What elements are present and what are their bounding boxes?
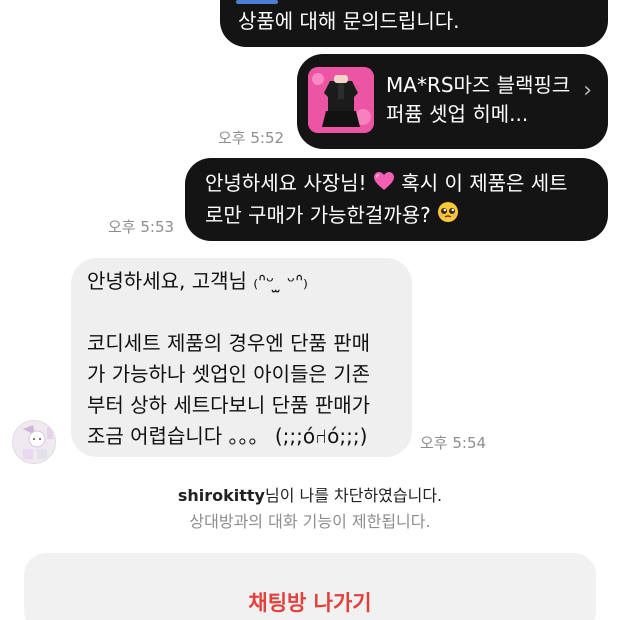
message-line: 코디세트 제품의 경우엔 단품 판매 [87,331,371,355]
chevron-right-icon[interactable]: › [583,75,592,106]
reply-indicator [236,0,278,4]
avatar-image [13,421,55,463]
chat-screen: 상품에 대해 문의드립니다. MA*RS마즈 블랙핑크 퍼퓸 셋업 히메... … [0,0,620,620]
message-text: 로만 구매가 가능한걸까용? [205,203,431,227]
message-line: 안녕하세요, 고객님 ₍ᐢᵕ ̫ ᵕᐢ₎ [87,269,308,293]
message-line: 조금 어렵습니다 。。。 (;;;ό⑁ó;;;) [87,424,368,448]
avatar[interactable] [12,420,56,464]
message-timestamp: 오후 5:54 [420,434,487,452]
message-bubble-outgoing[interactable]: 안녕하세요 사장님! 혹시 이 제품은 세트 로만 구매가 가능한걸까용? [185,158,608,241]
blocked-notice-text: 님이 나를 차단하였습니다. [264,486,443,505]
message-text: 상품에 대해 문의드립니다. [238,9,460,33]
message-gap [87,297,400,328]
message-timestamp: 오후 5:52 [218,129,285,147]
product-card-message[interactable]: MA*RS마즈 블랙핑크 퍼퓸 셋업 히메... › [297,54,608,149]
restricted-notice: 상대방과의 대화 기능이 제한됩니다. [189,512,431,531]
blocked-username: shirokitty [177,486,265,505]
product-thumbnail[interactable] [308,67,374,133]
message-text: 혹시 이 제품은 세트 [401,171,568,195]
message-line: 로만 구매가 가능한걸까용? [205,200,590,232]
message-text: 안녕하세요 사장님! [205,171,367,195]
pink-heart-icon [373,169,395,200]
message-line: 부터 상하 세트다보니 단품 판매가 [87,393,371,417]
product-title: MA*RS마즈 블랙핑크 퍼퓸 셋업 히메... [386,73,571,126]
message-bubble-incoming[interactable]: 안녕하세요, 고객님 ₍ᐢᵕ ̫ ᵕᐢ₎ 코디세트 제품의 경우엔 단품 판매 … [71,258,412,457]
message-line: 안녕하세요 사장님! 혹시 이 제품은 세트 [205,168,590,200]
message-timestamp: 오후 5:53 [108,218,175,236]
product-image [308,67,374,133]
leave-chat-button[interactable]: 채팅방 나가기 [24,553,596,620]
pleading-face-icon [437,201,459,232]
message-line: 가 가능하나 셋업인 아이들은 기존 [87,362,371,386]
blocked-notice: shirokitty님이 나를 차단하였습니다. [0,482,620,506]
message-bubble-outgoing[interactable]: 상품에 대해 문의드립니다. [220,0,608,47]
